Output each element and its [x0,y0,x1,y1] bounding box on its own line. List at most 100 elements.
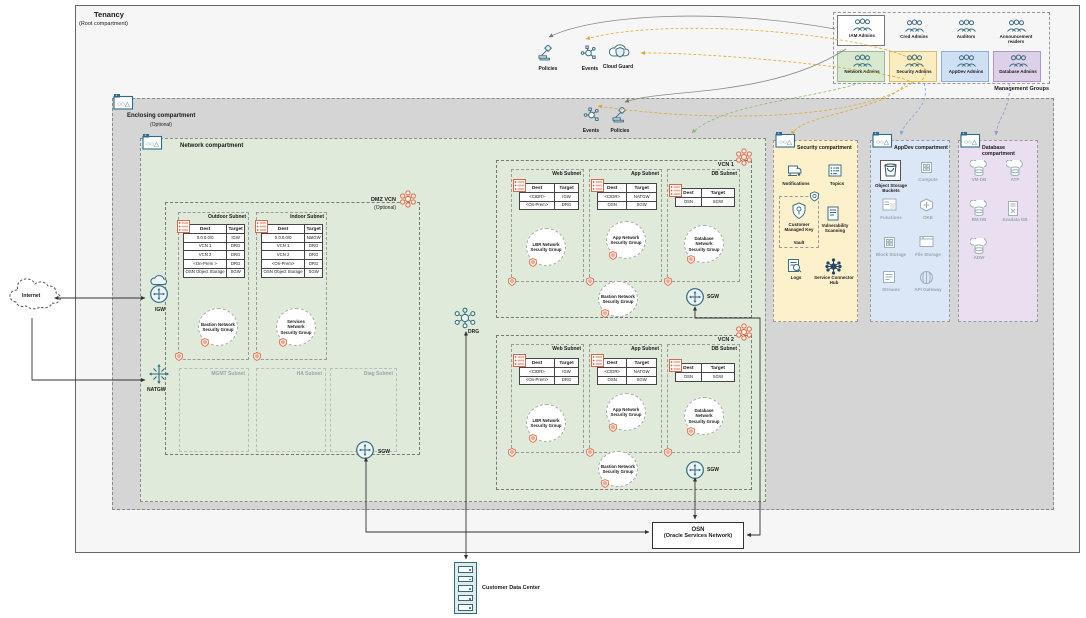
route-table: DestTarget<CIDR>NATGWOSNSGW [597,358,657,385]
key-icon [791,202,807,220]
enclosing-title: Enclosing compartment [127,113,195,119]
vcn-title: VCN 1 [700,162,734,168]
security-list-shield-icon [529,434,537,443]
route-table-cell: SGW [701,373,734,382]
appdev-compartment-title: AppDev compartment [894,145,948,151]
policies-label: Policies [526,66,570,72]
service-item-label: API Gateway [908,287,948,292]
route-table-cell: DRG [305,242,323,251]
cloud-guard-label: Cloud Guard [596,64,640,70]
service-item-label: Topics [817,181,857,186]
subnet-label: HA Subnet [258,371,322,377]
route-table-cell: DRG [555,201,579,210]
service-icon [882,235,897,250]
route-table-cell: DRG [305,251,323,260]
service-item-label: Vulnerability Scanning [815,223,855,233]
vcn-icon [398,190,418,208]
route-table-cell: <CIDR> [520,193,555,202]
service-item-label: OKE [908,215,948,220]
management-groups-label: Management Groups [975,86,1049,92]
events-icon [580,45,597,61]
service-icon [919,270,934,285]
policies-icon [612,107,627,123]
service-item-label: File Storage [908,252,948,257]
route-table-row: 0.0.0.0/0NatGW [262,234,323,243]
svg-text:○○△: ○○△ [964,139,978,146]
natgw-label: NATGW [147,387,166,393]
route-table-cell: IGW [227,234,245,243]
route-table-cell: SGW [627,201,657,210]
customer-data-center-label: Customer Data Center [482,585,540,591]
management-group-label: Cred Admins [890,34,938,39]
rack-led [469,588,471,590]
route-table-row: VCN 1DRG [262,242,323,251]
igw-label: IGW [155,307,165,313]
dmz-vcn-subtitle: (Optional) [352,205,396,211]
svg-text:○○△: ○○△ [779,139,793,146]
dynamic-routing-gateway-icon [452,307,478,329]
compartment-icon: +○○△ [775,131,796,148]
service-icon [787,164,802,178]
route-table-icon [591,179,604,192]
security-list-shield-icon [687,255,695,264]
service-icon [828,164,842,177]
security-list-shield-icon [609,251,617,260]
security-list-shield-icon [586,448,594,457]
route-table-row: <CIDR>IGW [520,368,579,377]
service-icon [882,198,897,211]
service-item-label: Notifications [776,181,816,186]
people-group-icon [1006,19,1027,33]
route-table-cell: <On-Prem> [520,201,555,210]
route-table-cell: SGW [305,268,323,277]
enclosing-subtitle: (Optional) [150,122,172,128]
rack-led [469,607,471,609]
compartment-icon: +○○△ [113,93,134,110]
management-group-announcement-readers: Announcement readers [992,17,1040,48]
service-gateway-icon [685,287,705,307]
route-table-cell: NatGW [305,234,323,243]
policies-label: Policies [600,128,640,134]
route-table-row: <CIDR>IGW [520,193,579,202]
route-table-row: VCN 1DRG [184,242,245,251]
route-table-row: OSNSGW [676,198,735,207]
management-group-appdev-admins: AppDev Admins [941,51,989,82]
people-group-icon [956,54,977,68]
route-table-icon [669,359,682,372]
security-list-shield-icon [664,448,672,457]
subnet-label: Web Subnet [513,171,581,177]
management-group-auditors: Auditors [942,17,990,48]
network-compartment-title: Network compartment [180,143,243,149]
route-table-row: OSN Object StorageSGW [184,268,245,277]
compartment-icon: +○○△ [960,131,981,148]
subnet-label: Web Subnet [513,346,581,352]
compartment-icon: +○○△ [872,131,893,148]
service-gateway-icon [685,460,705,480]
service-item-label: Streams [871,287,911,292]
people-group-icon [904,19,925,33]
service-icon [1006,200,1020,217]
service-item-label: Customer Managed Key [781,222,817,232]
management-group-network-admins: Network Admins [837,51,885,82]
subnet-label: App Subnet [591,346,659,352]
security-list-shield-icon [586,277,594,286]
tenancy-title: Tenancy [94,10,124,19]
security-list-shield-icon [279,338,287,347]
service-item-label: ATP [995,177,1035,182]
security-list-shield-icon [687,427,695,436]
route-table-cell: SGW [627,376,657,385]
sgw-label: SGW [707,294,719,300]
subnet-box-empty [179,368,249,452]
route-table-cell: DRG [227,251,245,260]
events-icon [583,107,600,123]
service-item-label: Logs [776,275,816,280]
management-group-security-admins: Security Admins [889,51,937,82]
people-group-icon [904,54,925,68]
service-item-label: VM DB [959,177,999,182]
route-table-cell: VCN 1 [184,242,227,251]
management-group-database-admins: Database Admins [993,51,1041,82]
route-table-row: 0.0.0.0/0IGW [184,234,245,243]
route-table-cell: <On-Prem > [184,260,227,269]
service-item-label: Exadata DB [995,217,1035,222]
route-table: DestTarget<CIDR>NATGWOSNSGW [597,183,657,210]
route-table-cell: <CIDR> [598,193,627,202]
